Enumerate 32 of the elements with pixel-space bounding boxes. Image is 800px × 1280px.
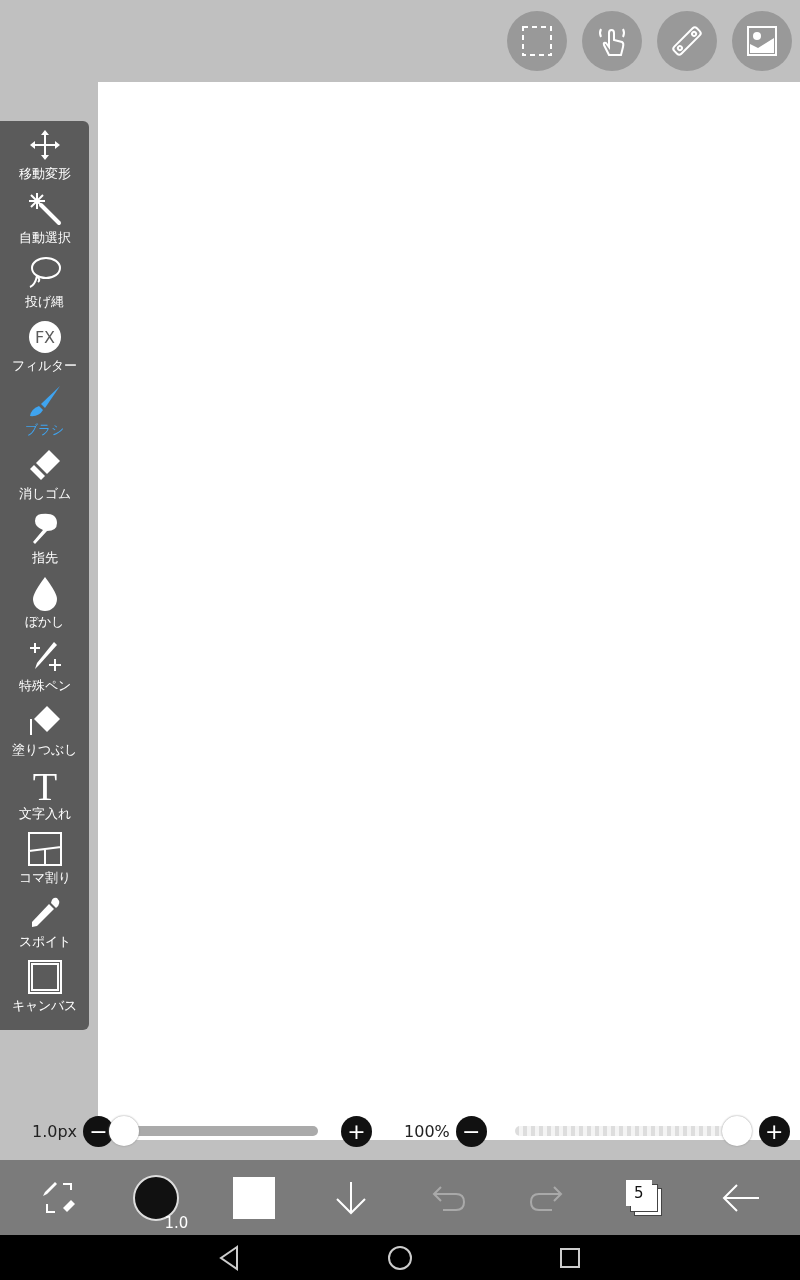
back-arrow-icon: [721, 1182, 762, 1213]
tool-button[interactable]: 消しゴム: [0, 447, 89, 511]
image-button[interactable]: [732, 11, 792, 71]
selection-icon: [520, 24, 554, 58]
ruler-icon: [670, 24, 704, 58]
text-icon: T: [26, 767, 63, 803]
tool-button[interactable]: 指先: [0, 511, 89, 575]
hand-button[interactable]: [582, 11, 642, 71]
slider-thumb[interactable]: [721, 1116, 752, 1146]
color-swatch: [232, 1176, 275, 1219]
tool-button[interactable]: FX フィルター: [0, 319, 89, 383]
brush-size-reading: 1.0px: [32, 1121, 78, 1141]
tool-button[interactable]: 特殊ペン: [0, 639, 89, 703]
fx-icon: FX: [26, 319, 63, 355]
opacity-reading: 100%: [404, 1121, 450, 1141]
tool-button[interactable]: ぼかし: [0, 575, 89, 639]
panel-layout-icon: [26, 831, 63, 867]
tool-button[interactable]: コマ割り: [0, 831, 89, 895]
tool-button[interactable]: スポイト: [0, 895, 89, 959]
canvas-icon: [26, 959, 63, 995]
magic-wand-icon: [26, 191, 63, 227]
selection-button[interactable]: [507, 11, 567, 71]
image-icon: [745, 24, 779, 58]
tool-button[interactable]: T 文字入れ: [0, 767, 89, 831]
tool-button[interactable]: キャンバス: [0, 959, 89, 1023]
slider-thumb[interactable]: [109, 1116, 140, 1146]
tool-button[interactable]: 自動選択: [0, 191, 89, 255]
tool-button[interactable]: 塗りつぶし: [0, 703, 89, 767]
layers-button[interactable]: 5: [613, 1167, 674, 1228]
tool-button[interactable]: 投げ縄: [0, 255, 89, 319]
ruler-button[interactable]: [657, 11, 717, 71]
tool-button[interactable]: 移動変形: [0, 127, 89, 191]
